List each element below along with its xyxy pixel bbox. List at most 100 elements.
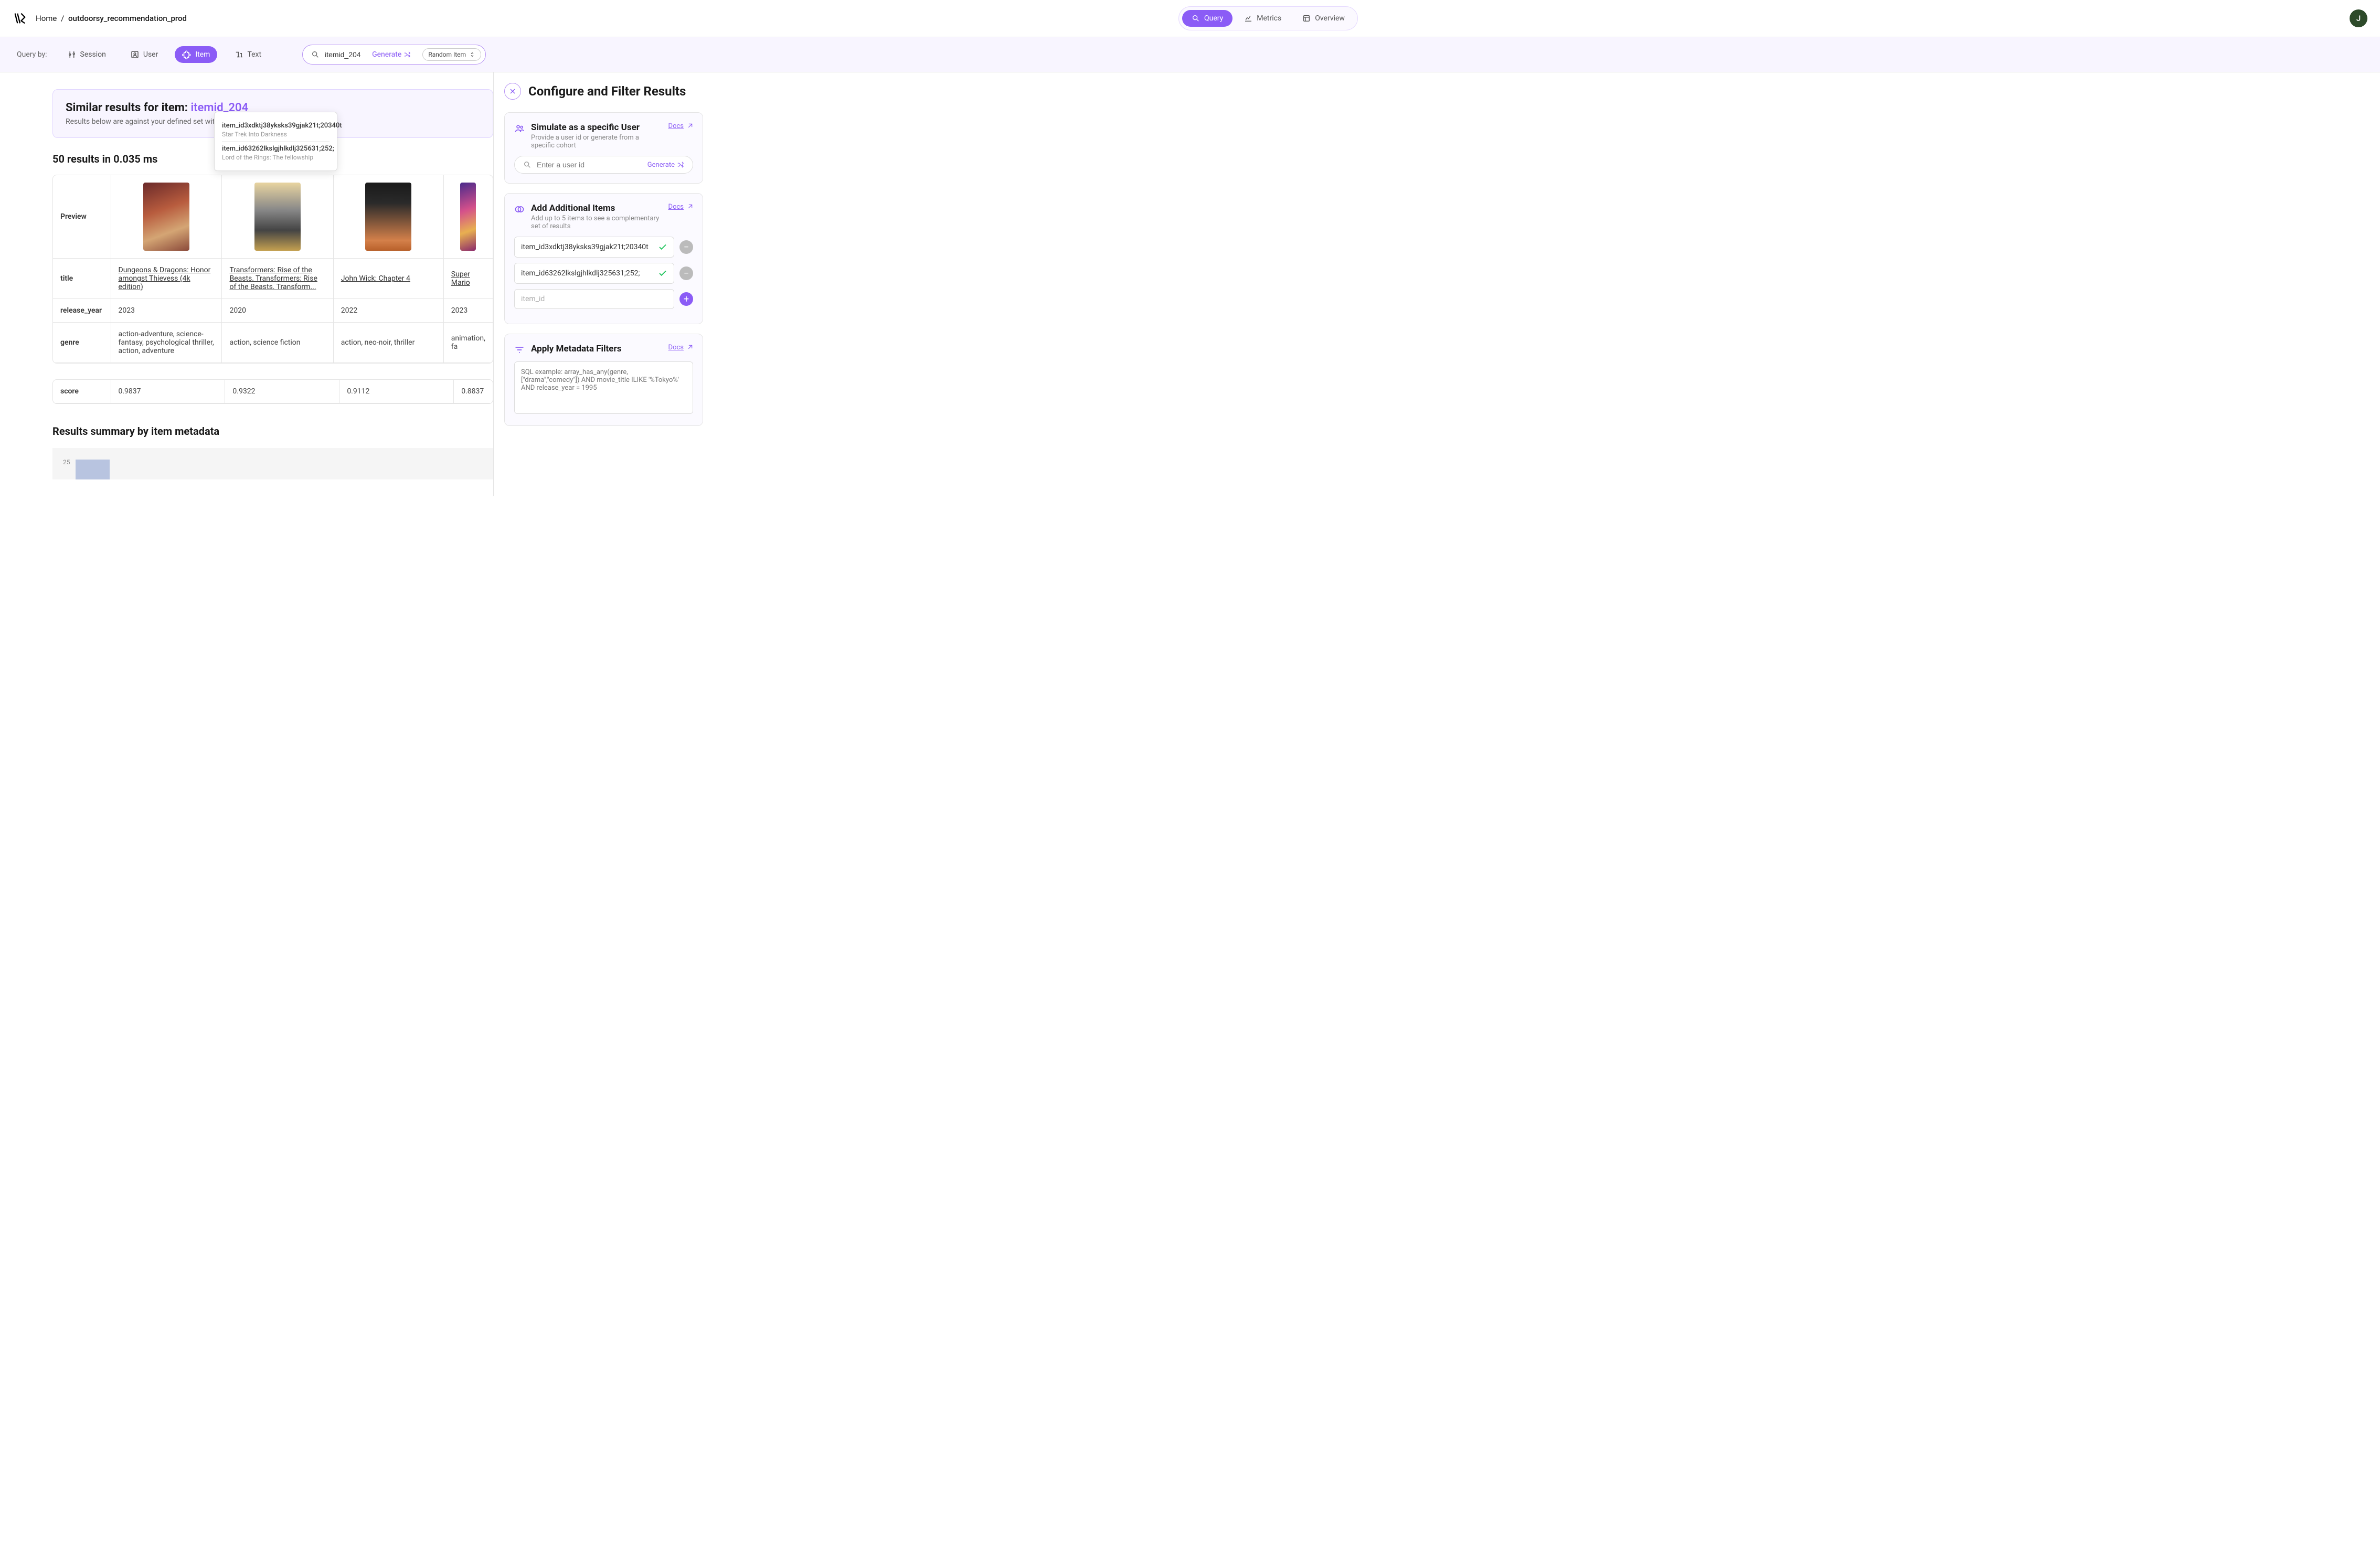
result-year: 2023 [443,299,493,323]
chart-bar [76,460,110,479]
sidepanel-title: Configure and Filter Results [528,84,686,99]
layout-icon [1302,14,1311,23]
tab-overview-label: Overview [1315,14,1345,23]
poster-thumbnail[interactable] [254,183,301,251]
results-table: Preview title Dungeons & Dragons: Honor … [52,175,493,364]
chart-ytick: 25 [63,458,70,466]
result-year: 2020 [222,299,333,323]
search-input[interactable] [325,50,367,59]
sql-filter-textarea[interactable] [514,361,693,414]
add-item-button[interactable]: + [679,292,693,306]
item-id-field[interactable]: item_id63262lkslgjhlkdlj325631;252; [514,263,674,284]
row-header-preview: Preview [53,175,111,259]
tab-query[interactable]: Query [1182,10,1232,27]
search-icon [311,50,320,59]
tab-metrics[interactable]: Metrics [1235,10,1291,27]
result-score: 0.9112 [339,380,454,403]
generate-user-label: Generate [647,161,675,169]
row-header-genre: genre [53,323,111,363]
query-by-item[interactable]: Item [175,46,217,63]
simulate-user-sub: Provide a user id or generate from a spe… [531,134,662,150]
chart-icon [1244,14,1252,23]
score-table: score 0.9837 0.9322 0.9112 0.8837 [52,379,493,404]
generate-link[interactable]: Generate [372,50,411,59]
row-header-year: release_year [53,299,111,323]
top-tabs: Query Metrics Overview [1178,6,1358,30]
query-by-text-label: Text [247,50,261,59]
breadcrumb-home[interactable]: Home [36,14,57,23]
shuffle-icon [403,51,411,58]
search-container: Generate Random Item [302,45,486,65]
result-title-link[interactable]: Transformers: Rise of the Beasts. Transf… [229,266,317,291]
selector-icon [469,51,475,58]
generate-link-label: Generate [372,50,401,59]
filters-title: Apply Metadata Filters [531,344,662,354]
result-genre: animation, fa [443,323,493,363]
session-icon [67,50,77,59]
poster-thumbnail[interactable] [365,183,411,251]
item-id-field[interactable]: item_id3xdktj38yksks39gjak21t;20340t [514,237,674,258]
shuffle-icon [677,161,684,168]
similar-results-prefix: Similar results for item: [66,101,190,114]
docs-link[interactable]: Docs [668,203,693,211]
tooltip-item-id: item_id63262lkslgjhlkdlj325631;252; [222,145,330,153]
poster-thumbnail[interactable] [143,183,189,251]
query-by-text[interactable]: Text [227,46,269,63]
users-icon [514,123,525,134]
search-icon [1192,14,1200,23]
query-by-user-label: User [143,50,158,59]
tooltip-item-id: item_id3xdktj38yksks39gjak21t;20340t [222,122,330,130]
result-score: 0.8837 [454,380,493,403]
puzzle-icon [182,50,192,59]
close-panel-button[interactable] [504,83,521,100]
docs-link[interactable]: Docs [668,122,693,130]
avatar[interactable]: J [2350,9,2367,27]
result-genre: action, neo-noir, thriller [333,323,443,363]
external-link-icon [686,204,693,211]
item-id-value: item_id3xdktj38yksks39gjak21t;20340t [521,243,649,251]
additional-items-sub: Add up to 5 items to see a complementary… [531,215,662,230]
tab-overview[interactable]: Overview [1293,10,1354,27]
result-title-link[interactable]: Super Mario [451,270,470,287]
row-header-score: score [53,380,111,403]
result-title-link[interactable]: Dungeons & Dragons: Honor amongst Thieve… [119,266,211,291]
query-by-session[interactable]: Session [60,46,113,63]
user-id-input[interactable] [537,161,642,169]
item-id-field[interactable]: item_id [514,289,674,309]
generate-user-link[interactable]: Generate [647,161,684,169]
result-year: 2022 [333,299,443,323]
result-genre: action-adventure, science-fantasy, psych… [111,323,222,363]
breadcrumb: Home / outdoorsy_recommendation_prod [36,14,187,23]
close-icon [508,87,517,95]
summary-chart: 25 [52,448,493,479]
similar-results-sub-prefix: Results below are against your defined s… [66,118,220,126]
item-id-placeholder: item_id [521,295,545,303]
result-title-link[interactable]: John Wick: Chapter 4 [341,274,410,283]
remove-item-button[interactable]: − [679,240,693,254]
tooltip-item-name: Lord of the Rings: The fellowship [222,154,330,161]
metadata-filters-card: Apply Metadata Filters Docs [504,334,703,426]
row-header-title: title [53,259,111,299]
additional-items-card: Add Additional Items Add up to 5 items t… [504,193,703,324]
docs-link-label: Docs [668,122,684,130]
poster-thumbnail[interactable] [460,183,476,251]
external-link-icon [686,344,693,351]
summary-heading: Results summary by item metadata [52,425,493,438]
breadcrumb-project[interactable]: outdoorsy_recommendation_prod [68,14,187,23]
remove-item-button[interactable]: − [679,266,693,280]
additional-items-title: Add Additional Items [531,203,662,214]
docs-link[interactable]: Docs [668,344,693,351]
user-icon [130,50,140,59]
tab-query-label: Query [1204,14,1223,23]
venn-icon [514,204,525,215]
simulate-user-card: Simulate as a specific User Provide a us… [504,112,703,184]
query-by-user[interactable]: User [123,46,165,63]
docs-link-label: Docs [668,344,684,351]
query-by-session-label: Session [80,50,106,59]
docs-link-label: Docs [668,203,684,211]
result-genre: action, science fiction [222,323,333,363]
additional-items-tooltip: item_id3xdktj38yksks39gjak21t;20340t Sta… [214,112,337,171]
logo-icon [13,11,27,26]
random-item-button[interactable]: Random Item [422,48,481,61]
item-id-value: item_id63262lkslgjhlkdlj325631;252; [521,269,640,278]
